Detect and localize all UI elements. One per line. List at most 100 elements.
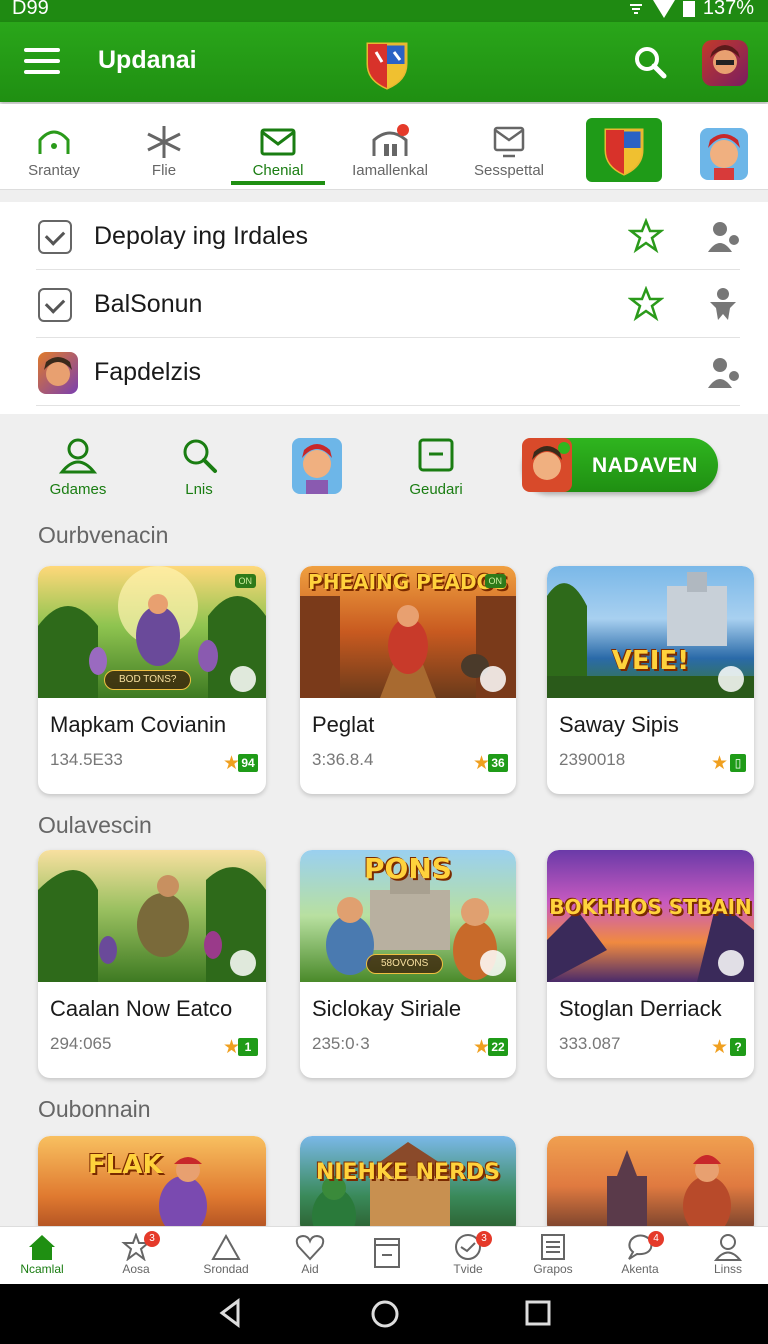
battery-level: 137%	[702, 0, 754, 19]
recents-icon[interactable]	[523, 1298, 553, 1328]
nav-srondad[interactable]: Srondad	[184, 1227, 268, 1285]
list-item-text: Depolay ing Irdales	[94, 222, 309, 250]
nav-home[interactable]: Ncamlal	[0, 1227, 84, 1285]
game-stat: 134.5E33	[50, 750, 123, 769]
rating-badge: ▯	[730, 754, 746, 772]
game-card[interactable]: BOKHHOS STBAIN Stoglan Derriack 333.087 …	[547, 850, 754, 1078]
paw-icon	[230, 950, 256, 976]
back-icon[interactable]	[216, 1298, 246, 1328]
game-thumbnail: ON BOD TONS?	[38, 566, 266, 698]
game-title: Caalan Now Eatco	[50, 996, 233, 1021]
rating-badge: 22	[488, 1038, 508, 1056]
nav-tvide[interactable]: 3 Tvide	[426, 1227, 510, 1285]
list-item[interactable]: Fapdelzis	[0, 338, 768, 406]
checkbox[interactable]	[38, 220, 72, 254]
nav-aosa[interactable]: 3 Aosa	[94, 1227, 178, 1285]
avatar	[38, 352, 78, 394]
nav-label: Ncamlal	[20, 1262, 64, 1276]
shield-logo-icon	[366, 42, 408, 90]
list-item[interactable]: BalSonun	[0, 270, 768, 338]
game-card[interactable]	[547, 1136, 754, 1236]
nav-label: Linss	[713, 1262, 742, 1276]
building-icon	[372, 124, 409, 156]
game-card[interactable]: VEIE! Saway Sipis 2390018 ★ ▯	[547, 566, 754, 794]
game-card[interactable]: NIEHKE NERDS	[300, 1136, 516, 1236]
card-pill: BOD TONS?	[104, 670, 192, 690]
nadaven-button[interactable]: NADAVEN	[522, 438, 718, 492]
game-card[interactable]: FLAK	[38, 1136, 266, 1236]
status-time: D99	[12, 0, 49, 19]
quick-action-gdames[interactable]: Gdames	[48, 436, 108, 498]
list-item[interactable]: Depolay ing Irdales	[0, 202, 768, 270]
game-stat: 3:36.8.4	[312, 750, 374, 769]
game-stat: 235:0·3	[312, 1034, 370, 1053]
game-thumbnail: PHEAING PEADOS ON	[300, 566, 516, 698]
list-item-text: Fapdelzis	[94, 358, 201, 386]
quick-action-label: Gdames	[49, 481, 107, 498]
list-icon	[541, 1234, 565, 1260]
tab-flie[interactable]: Flie	[124, 104, 204, 190]
tab-iamallenkal[interactable]: Iamallenkal	[342, 104, 438, 190]
people-icon[interactable]	[704, 286, 742, 322]
signal-icon	[627, 1, 645, 17]
home-arch-icon	[38, 130, 70, 154]
card-corner-tag: ON	[484, 574, 506, 588]
profile-icon	[713, 1234, 743, 1261]
thumbnail-headline: FLAK	[88, 1150, 163, 1180]
user-avatar[interactable]	[702, 40, 748, 86]
tab-label: Chenial	[252, 162, 304, 179]
nav-akenta[interactable]: 4 Akenta	[598, 1227, 682, 1285]
game-thumbnail	[547, 1136, 754, 1236]
character-avatar[interactable]	[292, 438, 342, 494]
game-card[interactable]: PHEAING PEADOS ON Peglat 3:36.8.4 ★ 36	[300, 566, 516, 794]
rating-badge: 36	[488, 754, 508, 772]
person-icon[interactable]	[704, 218, 742, 254]
shield-tab-button[interactable]	[586, 118, 662, 182]
rating-badge: 94	[238, 754, 258, 772]
game-card[interactable]: ON BOD TONS? Mapkam Covianin 134.5E33 ★ …	[38, 566, 266, 794]
card-pill: 58OVONS	[366, 954, 444, 974]
game-card[interactable]: PONS 58OVONS Siclokay Siriale 235:0·3 ★ …	[300, 850, 516, 1078]
active-tab-indicator	[231, 181, 325, 185]
star-outline-icon[interactable]	[628, 286, 664, 322]
task-list: Depolay ing Irdales BalSonun Fapdelzis	[0, 202, 768, 414]
game-stat: 2390018	[559, 750, 626, 769]
document-icon	[374, 1238, 400, 1268]
tab-chenial[interactable]: Chenial	[231, 104, 325, 190]
person-icon[interactable]	[704, 354, 742, 390]
card-corner-tag: ON	[234, 574, 256, 588]
nav-label: Tvide	[453, 1262, 483, 1276]
nav-aid[interactable]: Aid	[268, 1227, 352, 1285]
home-icon	[29, 1235, 55, 1260]
game-stat: 294:065	[50, 1034, 112, 1053]
game-title: Saway Sipis	[559, 712, 679, 737]
heart-icon	[295, 1234, 325, 1261]
character-avatar[interactable]	[700, 128, 748, 180]
nav-grapos[interactable]: Grapos	[511, 1227, 595, 1285]
monitor-mail-icon	[493, 126, 525, 158]
menu-icon[interactable]	[24, 48, 60, 76]
tab-label: Sesspettal	[473, 162, 545, 179]
app-title: Updanai	[98, 46, 197, 74]
checkbox[interactable]	[38, 288, 72, 322]
notification-badge: 3	[476, 1231, 492, 1247]
star-outline-icon[interactable]	[628, 218, 664, 254]
wifi-icon	[652, 0, 675, 18]
game-title: Siclokay Siriale	[312, 996, 462, 1021]
tab-sesspettal[interactable]: Sesspettal	[466, 104, 552, 190]
section-title: Ourbvenacin	[38, 522, 169, 548]
minus-box-icon	[418, 438, 454, 472]
tab-srantay[interactable]: Srantay	[14, 104, 94, 190]
search-icon[interactable]	[632, 44, 668, 80]
nav-document[interactable]	[345, 1227, 429, 1285]
quick-action-lnis[interactable]: Lnis	[176, 436, 222, 498]
snowflake-icon	[147, 126, 181, 158]
quick-action-geudari[interactable]: Geudari	[408, 436, 464, 498]
game-card[interactable]: Caalan Now Eatco 294:065 ★ 1	[38, 850, 266, 1078]
nav-label: Akenta	[621, 1262, 659, 1276]
nav-label: Aid	[301, 1262, 319, 1276]
tab-label: Iamallenkal	[352, 162, 428, 179]
game-title: Peglat	[312, 712, 375, 737]
nav-linss[interactable]: Linss	[686, 1227, 768, 1285]
home-circle-icon[interactable]	[369, 1298, 401, 1330]
